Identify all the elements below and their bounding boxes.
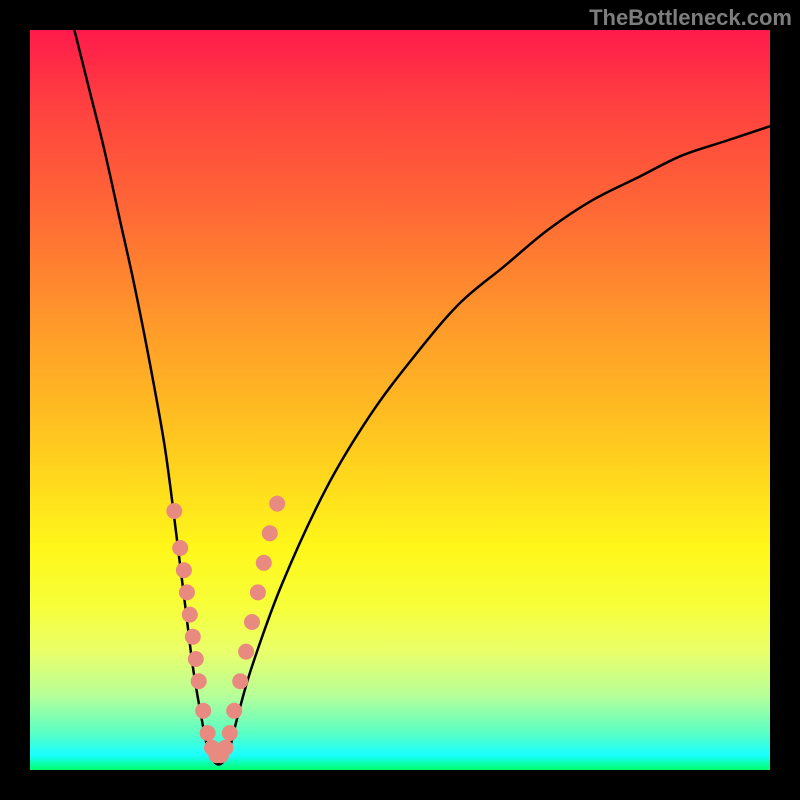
marker-dot	[195, 703, 211, 719]
marker-dot	[238, 644, 254, 660]
marker-dot	[166, 503, 182, 519]
watermark-text: TheBottleneck.com	[589, 5, 792, 31]
bottleneck-curve-line	[74, 30, 770, 764]
marker-dot	[188, 651, 204, 667]
marker-dot	[226, 703, 242, 719]
marker-dot	[179, 584, 195, 600]
marker-dot	[217, 740, 233, 756]
marker-dot	[256, 555, 272, 571]
marker-dot	[269, 496, 285, 512]
marker-dot	[250, 584, 266, 600]
marker-dot	[182, 607, 198, 623]
marker-dot	[262, 525, 278, 541]
marker-dot	[191, 673, 207, 689]
marker-dot	[244, 614, 260, 630]
marker-dot	[176, 562, 192, 578]
marker-dot	[222, 725, 238, 741]
plot-area	[30, 30, 770, 770]
marker-dot	[185, 629, 201, 645]
marker-dot	[172, 540, 188, 556]
marker-dot	[200, 725, 216, 741]
marker-dot	[232, 673, 248, 689]
chart-overlay	[30, 30, 770, 770]
markers-group	[166, 496, 285, 764]
chart-container: TheBottleneck.com	[0, 0, 800, 800]
